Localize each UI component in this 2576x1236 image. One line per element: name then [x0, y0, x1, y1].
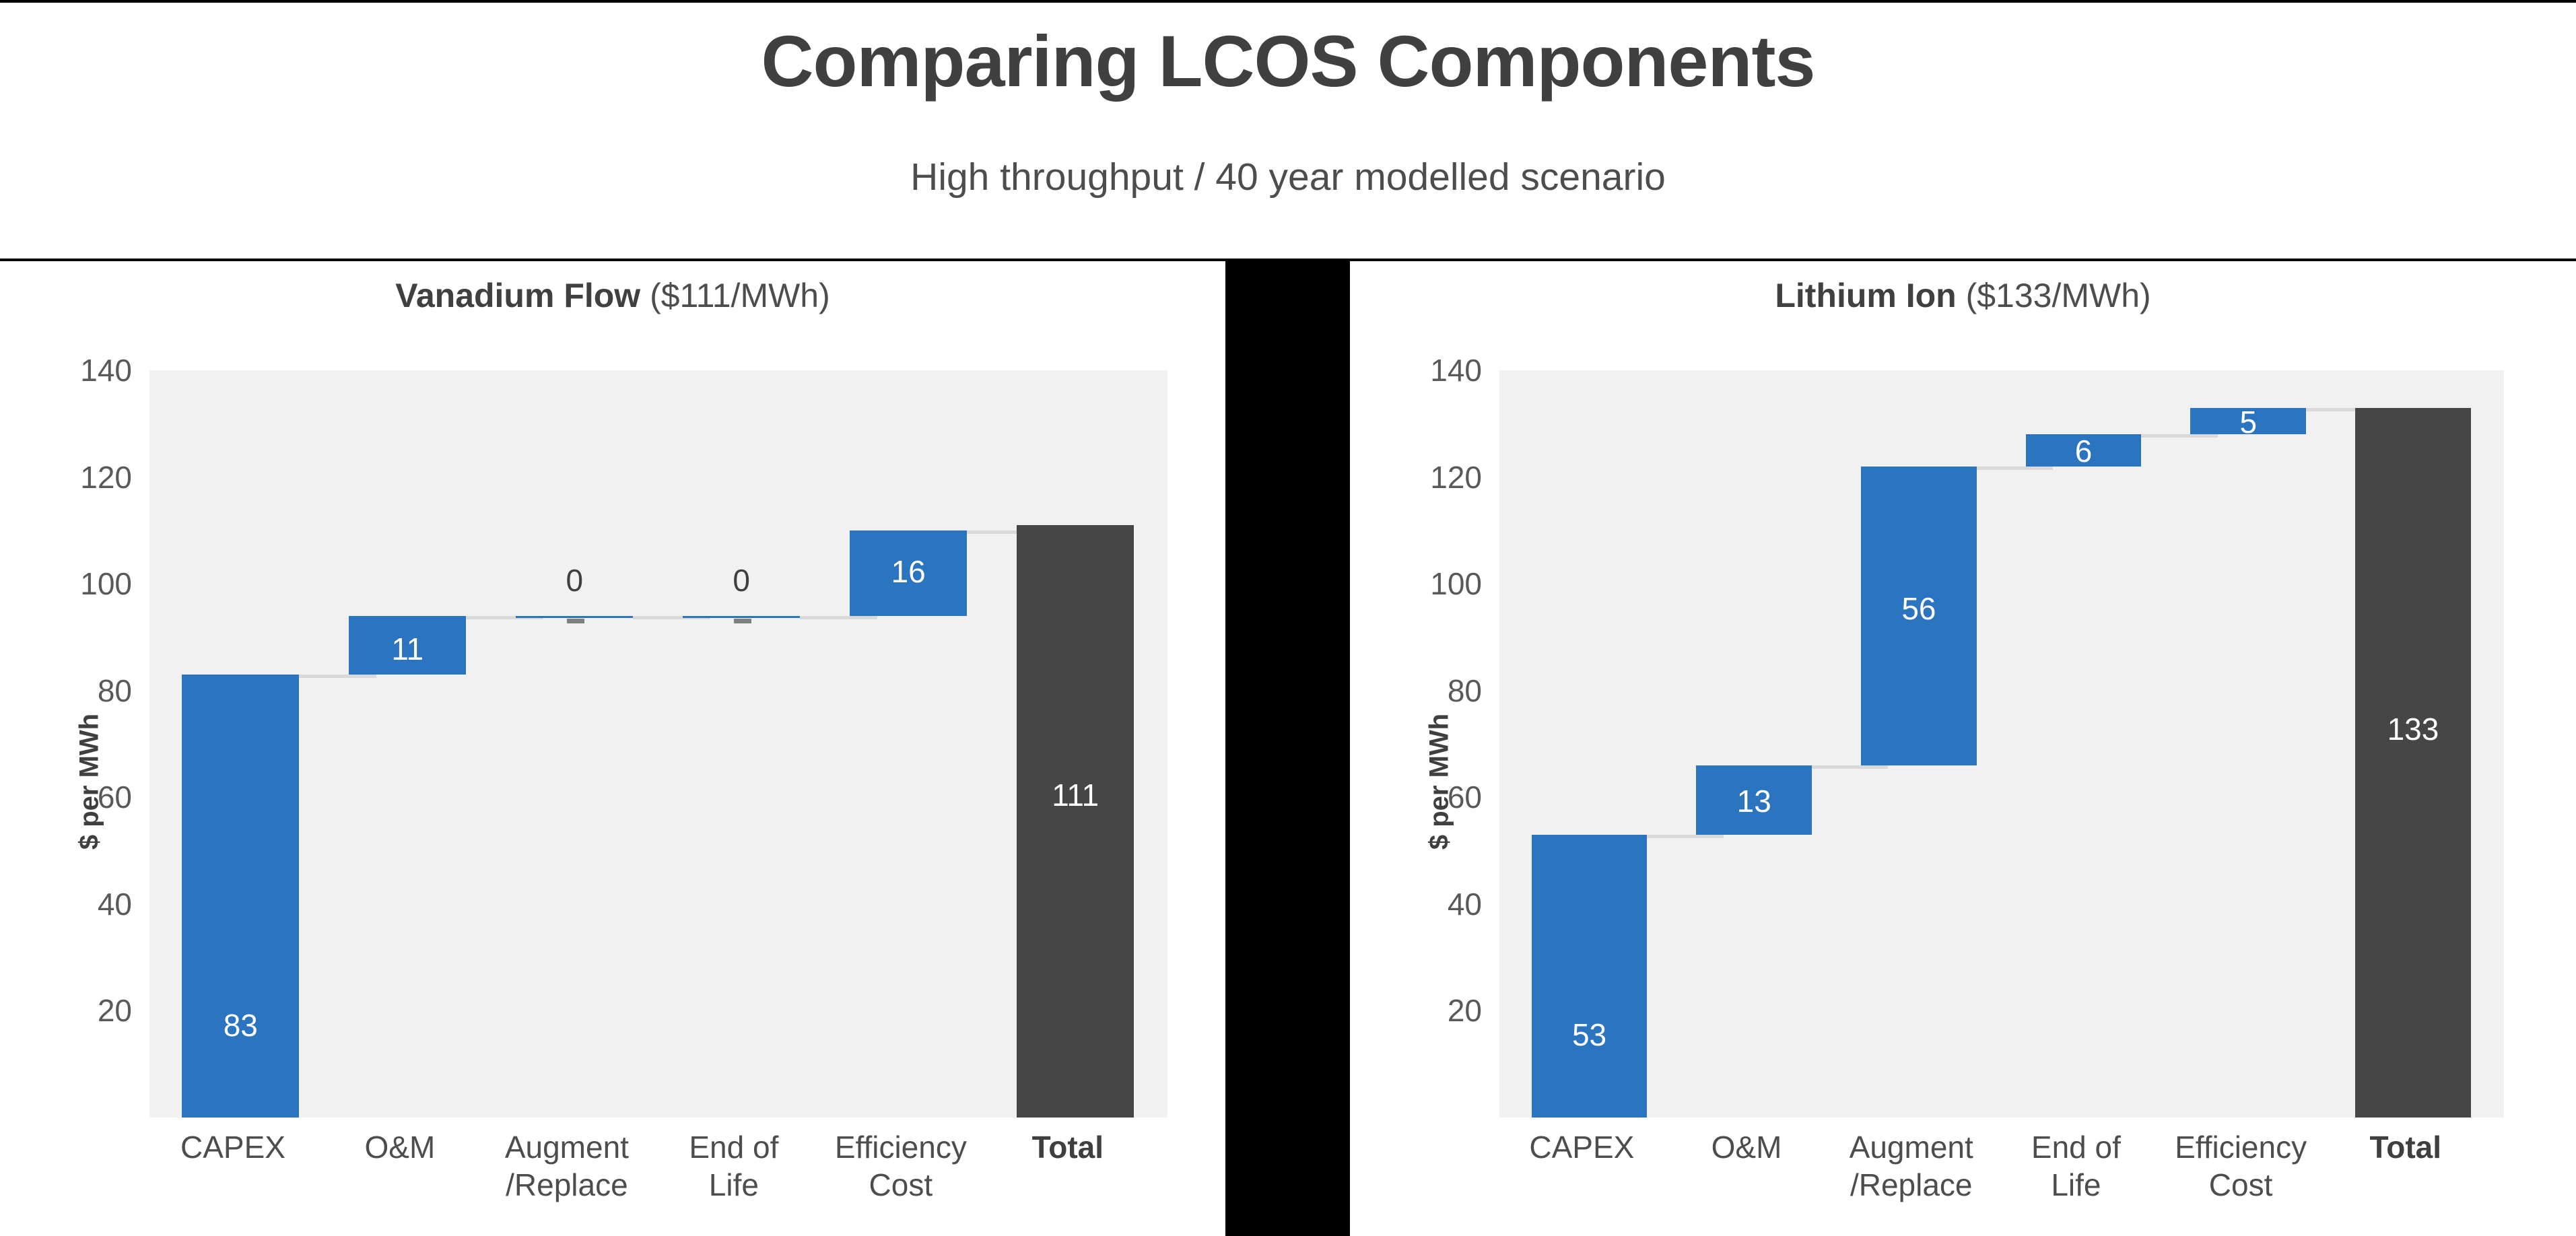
- bar-label-capex: 53: [1571, 1017, 1607, 1052]
- connector-endoflife-efficiency: [800, 615, 878, 619]
- cat-pad-right: [1151, 1118, 1213, 1175]
- y-tick-140: 140: [80, 353, 132, 388]
- page-subtitle: High throughput / 40 year modelled scena…: [910, 156, 1666, 199]
- x-label-end-of-life: End of Life: [1994, 1118, 2159, 1218]
- x-label-augment-replace: Augment /Replace: [1829, 1118, 1994, 1236]
- x-label-capex-line1: CAPEX: [180, 1130, 285, 1165]
- x-label-end-of-life-line1: End of: [2031, 1130, 2121, 1165]
- chart-title-cost-part: ($133/MWh): [1956, 277, 2151, 314]
- x-label-om: O&M: [316, 1118, 483, 1175]
- bar-om: 11: [349, 615, 467, 675]
- x-label-augment-replace-line2: /Replace: [506, 1167, 628, 1203]
- x-label-total: Total: [2323, 1118, 2488, 1175]
- bar-efficiency-cost: 5: [2190, 405, 2307, 440]
- y-tick-20: 20: [97, 993, 132, 1029]
- header-band: Comparing LCOS Components High throughpu…: [0, 0, 2576, 259]
- y-tick-60: 60: [1447, 780, 1482, 815]
- bar-efficiency-cost: 16: [850, 530, 968, 616]
- cat-pad-left: [1350, 1118, 1502, 1175]
- chart-panel-lithium-ion: Lithium Ion ($133/MWh) $ per MWh 140 120…: [1350, 261, 2576, 1236]
- y-tick-120: 120: [80, 459, 132, 495]
- bar-label-total: 111: [1052, 777, 1099, 813]
- connector-capex-om: [1647, 834, 1724, 838]
- x-label-end-of-life-line2: Life: [2051, 1167, 2101, 1203]
- x-label-augment-replace: Augment /Replace: [483, 1118, 650, 1236]
- bar-label-efficiency-cost: 5: [2239, 404, 2258, 440]
- y-tick-40: 40: [97, 886, 132, 922]
- x-label-end-of-life: End of Life: [650, 1118, 817, 1218]
- plot-wrap-vanadium-flow: $ per MWh 140 120 100 80 60 40 20 - 83 1…: [75, 353, 1167, 1135]
- y-tick-120: 120: [1430, 459, 1482, 495]
- bar-label-end-of-life: 6: [2074, 434, 2093, 469]
- x-label-total: Total: [984, 1118, 1151, 1175]
- bar-capex: 83: [182, 674, 300, 1118]
- bar-label-total: 133: [2387, 711, 2439, 747]
- bar-augment-replace: 56: [1861, 466, 1977, 765]
- bar-label-om: 13: [1736, 783, 1771, 819]
- x-label-augment-replace-line2: /Replace: [1850, 1167, 1973, 1203]
- x-label-efficiency-cost-line2: Cost: [869, 1167, 933, 1203]
- y-tick-20: 20: [1447, 993, 1482, 1029]
- x-label-total-line1: Total: [1031, 1130, 1104, 1165]
- y-tick-100: 100: [1430, 566, 1482, 602]
- plot-wrap-lithium-ion: $ per MWh 140 120 100 80 60 40 20 - 53 1…: [1425, 353, 2504, 1135]
- y-tick-100: 100: [80, 566, 132, 602]
- bar-end-of-life: 6: [2025, 434, 2142, 469]
- x-label-end-of-life-line2: Life: [708, 1167, 759, 1203]
- connector-capex-om: [299, 674, 377, 678]
- bar-capex: 53: [1531, 834, 1648, 1118]
- chart-title-bold-part: Vanadium Flow: [395, 277, 641, 314]
- y-tick-60: 60: [97, 780, 132, 815]
- x-label-end-of-life-line1: End of: [689, 1130, 779, 1165]
- x-axis-category-strip-vanadium-flow: CAPEX O&M Augment /Replace End of Life E…: [0, 1118, 1213, 1236]
- x-label-efficiency-cost: Efficiency Cost: [2158, 1118, 2324, 1236]
- x-label-om-line1: O&M: [364, 1130, 436, 1165]
- x-label-capex-line1: CAPEX: [1529, 1130, 1635, 1165]
- bar-label-capex: 83: [223, 1008, 258, 1043]
- x-label-efficiency-cost-line1: Efficiency: [2175, 1130, 2307, 1165]
- x-label-augment-replace-line1: Augment: [1849, 1130, 1973, 1165]
- zero-tick-augment-replace: [566, 618, 584, 623]
- bar-om: 13: [1696, 765, 1812, 835]
- y-tick-40: 40: [1447, 886, 1482, 922]
- cat-pad-right: [2488, 1118, 2550, 1175]
- plot-area-lithium-ion: [1499, 370, 2504, 1118]
- x-label-total-line1: Total: [2369, 1130, 2442, 1165]
- chart-title-bold-part: Lithium Ion: [1775, 277, 1957, 314]
- x-label-om: O&M: [1664, 1118, 1829, 1175]
- plot-area-vanadium-flow: [149, 370, 1167, 1118]
- cat-pad-left: [0, 1118, 152, 1175]
- connector-om-augment: [1812, 765, 1889, 769]
- x-label-efficiency-cost-line2: Cost: [2208, 1167, 2273, 1203]
- bar-total: 133: [2355, 407, 2471, 1118]
- y-tick-140: 140: [1430, 353, 1482, 388]
- x-axis-category-strip-lithium-ion: CAPEX O&M Augment /Replace End of Life E…: [1350, 1118, 2550, 1236]
- x-label-om-line1: O&M: [1711, 1130, 1782, 1165]
- chart-title-vanadium-flow: Vanadium Flow ($111/MWh): [0, 276, 1225, 315]
- x-label-capex: CAPEX: [149, 1118, 316, 1175]
- bar-label-om: 11: [391, 631, 424, 666]
- zero-bar-end-of-life: [683, 615, 801, 618]
- bar-label-augment-replace: 56: [1901, 590, 1936, 626]
- zero-tick-end-of-life: [733, 618, 751, 623]
- bar-label-efficiency-cost: 16: [891, 553, 926, 589]
- y-tick-80: 80: [97, 673, 132, 708]
- bar-total: 111: [1017, 524, 1134, 1118]
- y-tick-80: 80: [1447, 673, 1482, 708]
- chart-title-cost-part: ($111/MWh): [640, 277, 830, 314]
- x-label-efficiency-cost: Efficiency Cost: [817, 1118, 984, 1236]
- chart-panel-vanadium-flow: Vanadium Flow ($111/MWh) $ per MWh 140 1…: [0, 261, 1225, 1236]
- x-label-augment-replace-line1: Augment: [504, 1130, 629, 1165]
- x-label-capex: CAPEX: [1499, 1118, 1664, 1175]
- bar-label-augment-replace: 0: [566, 562, 584, 598]
- page-title: Comparing LCOS Components: [761, 20, 1816, 102]
- zero-bar-augment-replace: [516, 615, 634, 618]
- bar-label-end-of-life: 0: [733, 562, 751, 598]
- x-label-efficiency-cost-line1: Efficiency: [834, 1130, 967, 1165]
- chart-title-lithium-ion: Lithium Ion ($133/MWh): [1350, 276, 2576, 315]
